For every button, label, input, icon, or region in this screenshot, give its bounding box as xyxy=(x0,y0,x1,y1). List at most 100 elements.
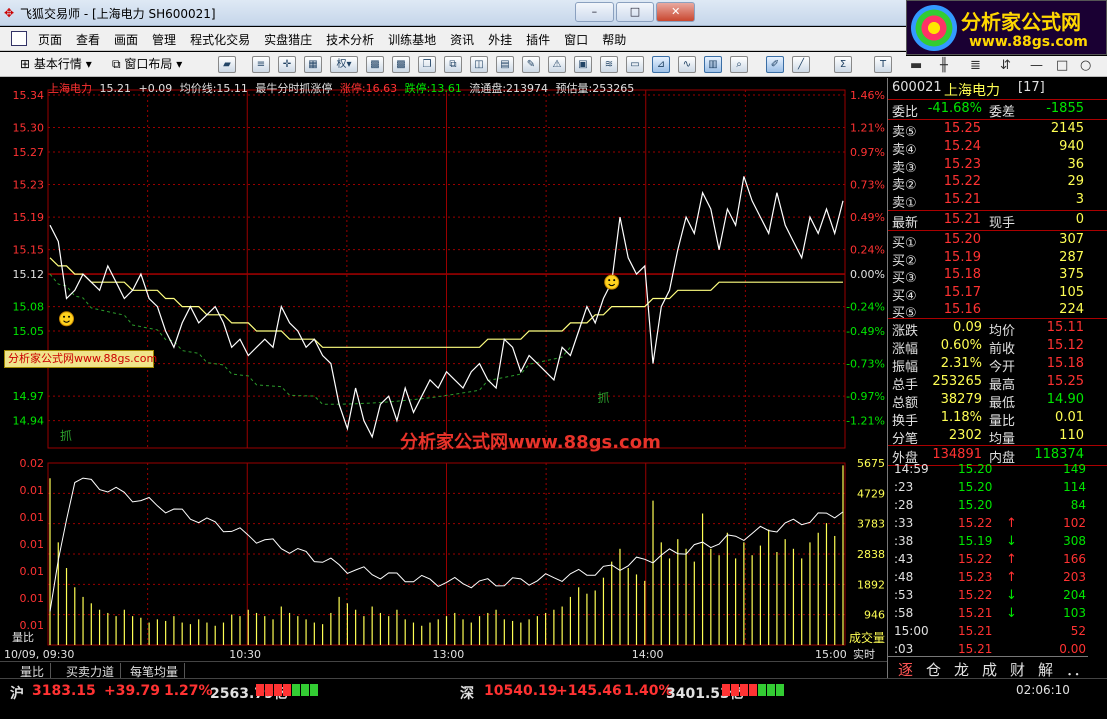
close-button[interactable]: ✕ xyxy=(656,2,696,22)
draw-tool-icon[interactable]: ✐ xyxy=(766,56,784,73)
buy-level-3: 买③ 15.18 375 xyxy=(888,267,1107,286)
stat-label: 涨跌 xyxy=(892,324,919,339)
minimize-button[interactable]: – xyxy=(575,2,614,22)
sz-breadth-bar xyxy=(722,684,784,696)
panel-tab[interactable]: 龙 xyxy=(954,659,969,680)
row-price: 15.22 xyxy=(943,174,981,190)
menu-plugin-ext[interactable]: 外挂 xyxy=(488,31,512,48)
tick-price: 15.20 xyxy=(958,480,993,494)
pct-tick-label: 1.46% xyxy=(850,89,885,102)
menu-screen[interactable]: 画面 xyxy=(114,31,138,48)
menu-training[interactable]: 训练基地 xyxy=(388,31,436,48)
panel-tab[interactable]: 仓 xyxy=(926,659,941,680)
crosshair-icon[interactable]: ✛ xyxy=(278,56,296,73)
text-tool-icon[interactable]: T xyxy=(874,56,892,73)
row-label: 买② xyxy=(892,253,917,269)
line-type-icon[interactable]: ▬ xyxy=(910,58,922,73)
document-icon[interactable] xyxy=(11,31,27,46)
menu-help[interactable]: 帮助 xyxy=(602,31,626,48)
row-label: 买④ xyxy=(892,288,917,304)
panel-tabs: 逐仓龙成财解 ．． xyxy=(888,656,1089,680)
price-tick-label: 15.15 xyxy=(13,244,45,257)
table-icon[interactable]: ▦ xyxy=(304,56,322,73)
dna-icon[interactable]: ≋ xyxy=(600,56,618,73)
ruler-icon[interactable]: ▭ xyxy=(626,56,644,73)
line-chart-icon[interactable]: ∿ xyxy=(678,56,696,73)
smiley-buy-signal-icon-eye xyxy=(613,279,616,282)
tick-time: :38 xyxy=(894,534,914,548)
waipan-value: 134891 xyxy=(932,447,982,462)
price-tick-label: 15.27 xyxy=(13,146,45,159)
window-layout-button[interactable]: ⧉ 窗口布局 ▾ xyxy=(112,55,182,72)
square-icon[interactable]: □ xyxy=(1056,58,1068,73)
panel-tab[interactable]: 解 xyxy=(1038,659,1053,680)
stack-icon[interactable]: ◫ xyxy=(470,56,488,73)
row-price: 15.17 xyxy=(943,284,981,300)
pencil-icon[interactable]: ✎ xyxy=(522,56,540,73)
basic-quote-button[interactable]: ⊞ 基本行情 ▾ xyxy=(20,55,92,72)
indicator-axis-label: 量比 xyxy=(12,631,34,644)
tick-time: :43 xyxy=(894,552,914,566)
xianshou-value: 0 xyxy=(1075,212,1084,227)
align-icon[interactable]: ≣ xyxy=(970,58,981,73)
sz-index: 10540.19 xyxy=(484,683,558,699)
panel-stock-name: 上海电力 xyxy=(944,83,1000,99)
smiley-buy-signal-icon xyxy=(59,311,75,327)
kline-chart-icon[interactable]: ▥ xyxy=(704,56,722,73)
list-icon[interactable]: ≡ xyxy=(252,56,270,73)
minus-icon[interactable]: — xyxy=(1030,58,1043,73)
sigma-icon[interactable]: Σ xyxy=(834,56,852,73)
row-price: 15.25 xyxy=(943,121,981,136)
line-tool-icon[interactable]: ╱ xyxy=(792,56,810,73)
smiley-buy-signal-icon-eye xyxy=(68,315,71,318)
quan-button[interactable]: 权▾ xyxy=(330,56,358,73)
sell-level-1: 卖① 15.21 3 xyxy=(888,192,1107,211)
tick-price: 15.21 xyxy=(958,624,993,638)
intraday-chart[interactable]: 15.34 1.46% 15.30 1.21% 15.27 0.97% 15.23 0.73%… xyxy=(0,78,887,661)
row-label: 买① xyxy=(892,236,917,251)
trend-chart-icon[interactable]: ⊿ xyxy=(652,56,670,73)
menu-manage[interactable]: 管理 xyxy=(152,31,176,48)
chart-bars-icon[interactable]: ▤ xyxy=(496,56,514,73)
menu-info[interactable]: 资讯 xyxy=(450,31,474,48)
row-volume: 224 xyxy=(1059,302,1084,318)
panel-tab[interactable]: 财 xyxy=(1010,659,1025,680)
folder-icon[interactable]: ▰ xyxy=(218,56,236,73)
panel-tab[interactable]: ．． xyxy=(1066,659,1089,680)
grid2-icon[interactable]: ▩ xyxy=(392,56,410,73)
windows-icon[interactable]: ⧉ xyxy=(444,56,462,73)
menu-page[interactable]: 页面 xyxy=(38,31,62,48)
stat-row: 涨跌 0.09 均价 15.11 xyxy=(888,320,1107,339)
menu-hunt[interactable]: 实盘猎庄 xyxy=(264,31,312,48)
stat-value2: 15.12 xyxy=(1046,338,1084,353)
maximize-button[interactable]: □ xyxy=(615,2,655,22)
menu-plugins[interactable]: 插件 xyxy=(526,31,550,48)
indicator-tick-label: 0.01 xyxy=(20,592,45,605)
copy-icon[interactable]: ❐ xyxy=(418,56,436,73)
panel-tab[interactable]: 逐 xyxy=(898,659,913,680)
grid-icon[interactable]: ▩ xyxy=(366,56,384,73)
stat-value: 2.31% xyxy=(940,356,982,371)
menu-program-trading[interactable]: 程式化交易 xyxy=(190,31,250,48)
row-volume: 2145 xyxy=(1050,121,1084,136)
stat-label2: 均价 xyxy=(989,324,1016,339)
menu-window[interactable]: 窗口 xyxy=(564,31,588,48)
sh-breadth-bar xyxy=(256,684,318,696)
row-volume: 287 xyxy=(1059,249,1084,265)
indicator-tick-label: 0.02 xyxy=(20,457,45,470)
sort-icon[interactable]: ⇵ xyxy=(1000,58,1011,73)
chart-svg[interactable]: 15.34 1.46% 15.30 1.21% 15.27 0.97% 15.23 0.73%… xyxy=(0,78,887,661)
circle-icon[interactable]: ○ xyxy=(1080,58,1091,73)
indicator-tick-label: 0.01 xyxy=(20,565,45,578)
panel-tab[interactable]: 成 xyxy=(982,659,997,680)
menu-technical[interactable]: 技术分析 xyxy=(326,31,374,48)
quote-panel: 600021 上海电力 [17] 委比 -41.68% 委差 -1855 卖⑤ 1… xyxy=(887,78,1107,680)
warning-icon[interactable]: ⚠ xyxy=(548,56,566,73)
price-tick-label: 15.08 xyxy=(13,301,45,314)
menu-view[interactable]: 查看 xyxy=(76,31,100,48)
table-tool-icon[interactable]: ╫ xyxy=(940,58,948,73)
up-arrow-icon: ↑ xyxy=(1006,570,1017,585)
zoom-chart-icon[interactable]: ⌕ xyxy=(730,56,748,73)
clock: 02:06:10 xyxy=(1016,683,1070,697)
calc-icon[interactable]: ▣ xyxy=(574,56,592,73)
